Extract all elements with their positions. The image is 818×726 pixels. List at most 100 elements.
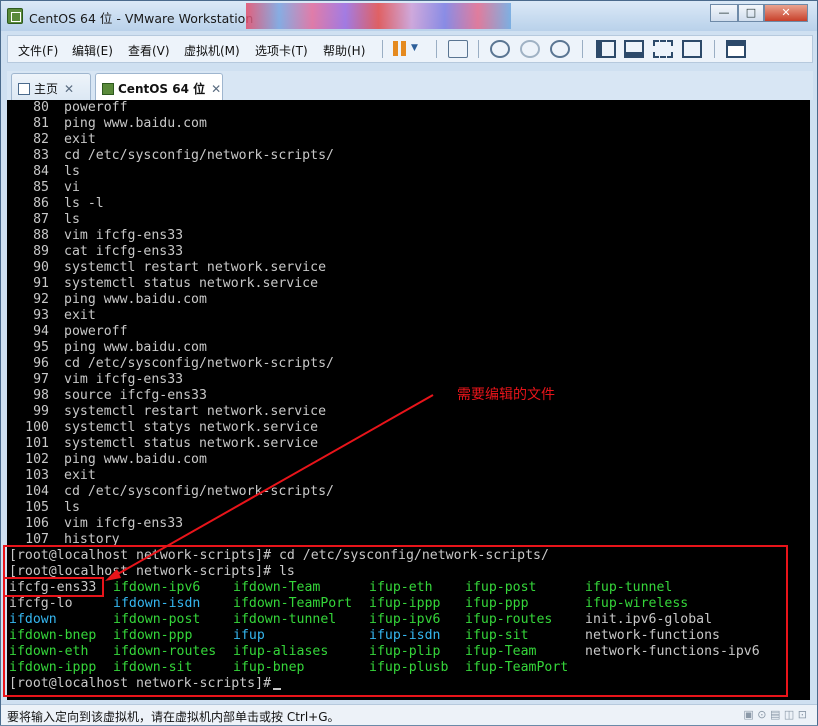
history-number: 87 <box>33 212 49 227</box>
history-number: 94 <box>33 324 49 339</box>
toolbar-separator <box>478 40 479 58</box>
history-number: 104 <box>25 484 49 499</box>
history-number: 85 <box>33 180 49 195</box>
menu-view[interactable]: 查看(V) <box>128 42 170 59</box>
history-line: 103 exit <box>7 468 96 484</box>
history-number: 84 <box>33 164 49 179</box>
snapshot-icon[interactable] <box>490 40 510 58</box>
history-line: 95 ping www.baidu.com <box>7 340 207 356</box>
toolbar-separator <box>382 40 383 58</box>
pause-icon[interactable] <box>401 41 406 56</box>
tab-home-label: 主页 <box>34 82 59 96</box>
history-line: 89 cat ifcfg-ens33 <box>7 244 183 260</box>
send-ctrl-alt-del-icon[interactable] <box>448 40 468 58</box>
history-command: systemctl restart network.service <box>64 404 327 419</box>
history-command: cd /etc/sysconfig/network-scripts/ <box>64 148 334 163</box>
history-line: 90 systemctl restart network.service <box>7 260 326 276</box>
history-number: 82 <box>33 132 49 147</box>
tab-centos-label: CentOS 64 位 <box>118 82 206 96</box>
history-number: 101 <box>25 436 49 451</box>
history-number: 98 <box>33 388 49 403</box>
tab-home[interactable]: 主页 ✕ <box>11 73 91 100</box>
status-bar: 要将输入定向到该虚拟机，请在虚拟机内部单击或按 Ctrl+G。 ▣ ⊙ ▤ ◫ … <box>1 704 817 725</box>
window-title: CentOS 64 位 - VMware Workstation <box>29 11 254 26</box>
highlight-box-ls-output <box>3 545 788 697</box>
history-command: ping www.baidu.com <box>64 452 207 467</box>
vm-icon <box>102 83 114 95</box>
history-command: ls <box>64 212 80 227</box>
history-command: cd /etc/sysconfig/network-scripts/ <box>64 356 334 371</box>
title-bar[interactable]: CentOS 64 位 - VMware Workstation — □ ✕ <box>1 1 817 31</box>
menu-edit[interactable]: 编辑(E) <box>72 42 113 59</box>
annotation-label: 需要编辑的文件 <box>457 387 555 403</box>
history-line: 88 vim ifcfg-ens33 <box>7 228 183 244</box>
close-button[interactable]: ✕ <box>764 4 808 22</box>
history-command: ping www.baidu.com <box>64 340 207 355</box>
menu-file[interactable]: 文件(F) <box>18 42 58 59</box>
history-number: 81 <box>33 116 49 131</box>
home-icon <box>18 83 30 95</box>
history-number: 105 <box>25 500 49 515</box>
history-line: 80 poweroff <box>7 100 127 116</box>
history-number: 80 <box>33 100 49 115</box>
menu-toolbar: 文件(F) 编辑(E) 查看(V) 虚拟机(M) 选项卡(T) 帮助(H) ▼ <box>7 35 813 63</box>
history-command: ping www.baidu.com <box>64 116 207 131</box>
toolbar-separator <box>582 40 583 58</box>
tab-bar: 主页 ✕ CentOS 64 位 ✕ <box>7 71 813 100</box>
library-icon[interactable] <box>596 40 616 58</box>
history-number: 91 <box>33 276 49 291</box>
history-command: exit <box>64 468 96 483</box>
history-command: systemctl status network.service <box>64 436 319 451</box>
pause-icon[interactable] <box>393 41 398 56</box>
status-text: 要将输入定向到该虚拟机，请在虚拟机内部单击或按 Ctrl+G。 <box>7 710 340 724</box>
history-number: 96 <box>33 356 49 371</box>
history-line: 106 vim ifcfg-ens33 <box>7 516 183 532</box>
dropdown-arrow-icon[interactable]: ▼ <box>411 40 431 58</box>
history-line: 92 ping www.baidu.com <box>7 292 207 308</box>
history-number: 100 <box>25 420 49 435</box>
minimize-button[interactable]: — <box>710 4 738 22</box>
unity-icon[interactable] <box>682 40 702 58</box>
tab-close-icon[interactable]: ✕ <box>211 82 221 96</box>
history-line: 105 ls <box>7 500 80 516</box>
vmware-window: CentOS 64 位 - VMware Workstation — □ ✕ 文… <box>0 0 818 725</box>
history-command: vim ifcfg-ens33 <box>64 228 184 243</box>
snapshot-manager-icon[interactable] <box>550 40 570 58</box>
console-view-icon[interactable] <box>624 40 644 58</box>
history-line: 104 cd /etc/sysconfig/network-scripts/ <box>7 484 334 500</box>
menu-tabs[interactable]: 选项卡(T) <box>255 42 308 59</box>
history-command: ls <box>64 164 80 179</box>
history-line: 93 exit <box>7 308 96 324</box>
history-line: 102 ping www.baidu.com <box>7 452 207 468</box>
history-command: ls <box>64 500 80 515</box>
tab-centos[interactable]: CentOS 64 位 ✕ <box>95 73 223 100</box>
history-number: 97 <box>33 372 49 387</box>
history-command: ls -l <box>64 196 104 211</box>
history-command: systemctl statys network.service <box>64 420 319 435</box>
history-number: 95 <box>33 340 49 355</box>
history-command: cat ifcfg-ens33 <box>64 244 184 259</box>
history-line: 84 ls <box>7 164 80 180</box>
history-number: 103 <box>25 468 49 483</box>
history-number: 86 <box>33 196 49 211</box>
history-number: 92 <box>33 292 49 307</box>
history-line: 91 systemctl status network.service <box>7 276 318 292</box>
tab-close-icon[interactable]: ✕ <box>64 82 74 96</box>
menu-help[interactable]: 帮助(H) <box>323 42 365 59</box>
history-command: vim ifcfg-ens33 <box>64 516 184 531</box>
menu-vm[interactable]: 虚拟机(M) <box>184 42 240 59</box>
history-line: 83 cd /etc/sysconfig/network-scripts/ <box>7 148 334 164</box>
history-number: 90 <box>33 260 49 275</box>
fullscreen-icon[interactable] <box>653 40 673 58</box>
history-line: 81 ping www.baidu.com <box>7 116 207 132</box>
history-line: 98 source ifcfg-ens33 <box>7 388 207 404</box>
thumbnail-view-icon[interactable] <box>726 40 746 58</box>
history-line: 100 systemctl statys network.service <box>7 420 318 436</box>
history-number: 88 <box>33 228 49 243</box>
revert-snapshot-icon[interactable] <box>520 40 540 58</box>
maximize-button[interactable]: □ <box>738 4 764 22</box>
highlight-box-ifcfg-ens33 <box>3 577 104 597</box>
history-line: 96 cd /etc/sysconfig/network-scripts/ <box>7 356 334 372</box>
history-line: 86 ls -l <box>7 196 104 212</box>
history-command: systemctl status network.service <box>64 276 319 291</box>
